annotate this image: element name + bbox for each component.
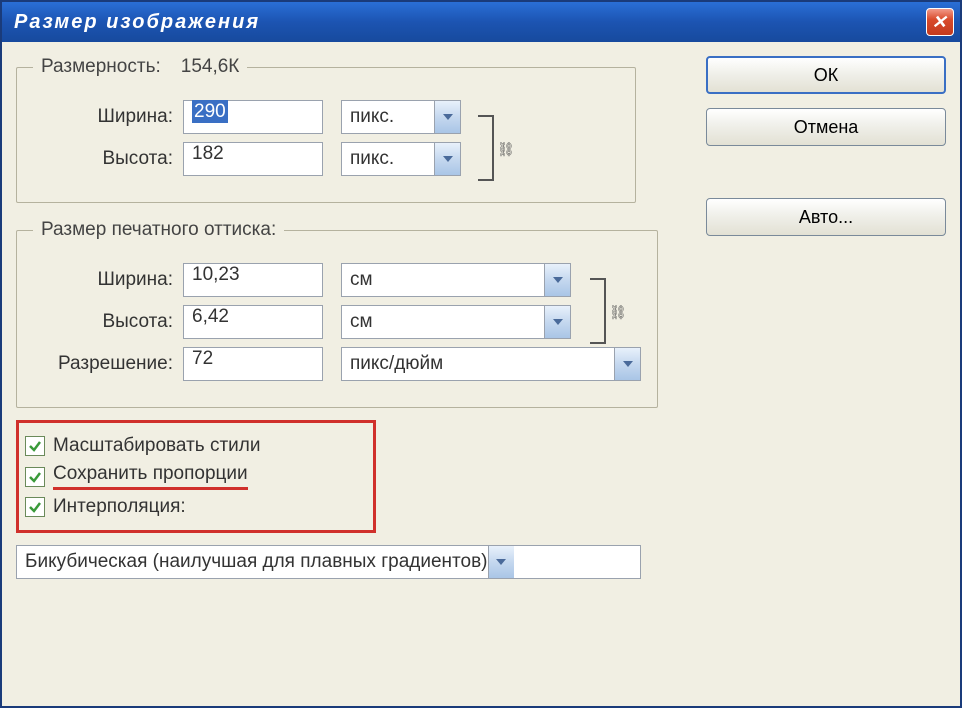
resolution-row: Разрешение: 72 пикс/дюйм (33, 347, 641, 381)
scale-styles-row: Масштабировать стили (25, 435, 363, 457)
doc-height-value: 6,42 (192, 306, 229, 327)
doc-height-unit-dropdown[interactable]: см (341, 305, 571, 339)
chevron-down-icon (434, 143, 460, 175)
titlebar: Размер изображения ✕ (2, 2, 960, 42)
scale-styles-label: Масштабировать стили (53, 435, 260, 457)
doc-height-input[interactable]: 6,42 (183, 305, 323, 339)
pixel-dimensions-group: Размерность: 154,6К Ширина: 290 пикс. (16, 56, 636, 203)
resample-row: Интерполяция: (25, 496, 363, 518)
constrain-proportions-row: Сохранить пропорции (25, 463, 363, 490)
doc-width-label: Ширина: (33, 269, 183, 291)
width-unit-value: пикс. (350, 106, 434, 128)
doc-width-input[interactable]: 10,23 (183, 263, 323, 297)
chevron-down-icon (488, 546, 514, 578)
width-unit-dropdown[interactable]: пикс. (341, 100, 461, 134)
document-size-group: Размер печатного оттиска: Ширина: 10,23 … (16, 219, 658, 408)
pixel-dimensions-legend: Размерность: 154,6К (33, 56, 247, 78)
cancel-button[interactable]: Отмена (706, 108, 946, 146)
scale-styles-checkbox[interactable] (25, 436, 45, 456)
resolution-unit-dropdown[interactable]: пикс/дюйм (341, 347, 641, 381)
resolution-unit-value: пикс/дюйм (350, 353, 614, 375)
height-label: Высота: (33, 148, 183, 170)
resolution-value: 72 (192, 348, 213, 369)
pixel-dimensions-value: 154,6К (181, 56, 240, 78)
height-input[interactable]: 182 (183, 142, 323, 176)
ok-button[interactable]: ОК (706, 56, 946, 94)
chevron-down-icon (614, 348, 640, 380)
client-area: Размерность: 154,6К Ширина: 290 пикс. (2, 42, 960, 706)
chevron-down-icon (544, 306, 570, 338)
width-input[interactable]: 290 (183, 100, 323, 134)
height-row: Высота: 182 пикс. (33, 142, 619, 176)
doc-width-unit-value: см (350, 269, 544, 291)
constrain-proportions-checkbox[interactable] (25, 467, 45, 487)
height-unit-dropdown[interactable]: пикс. (341, 142, 461, 176)
document-size-legend: Размер печатного оттиска: (33, 219, 284, 241)
width-value: 290 (192, 100, 228, 123)
options-block: Масштабировать стили Сохранить пропорции… (16, 420, 376, 533)
close-button[interactable]: ✕ (926, 8, 954, 36)
chevron-down-icon (544, 264, 570, 296)
right-column: ОК Отмена Авто... (686, 56, 946, 692)
doc-height-row: Высота: 6,42 см (33, 305, 641, 339)
close-icon: ✕ (931, 12, 948, 33)
dialog-window: Размер изображения ✕ Размерность: 154,6К… (0, 0, 962, 708)
resolution-input[interactable]: 72 (183, 347, 323, 381)
window-title: Размер изображения (14, 11, 260, 34)
doc-height-unit-value: см (350, 311, 544, 333)
auto-button[interactable]: Авто... (706, 198, 946, 236)
left-column: Размерность: 154,6К Ширина: 290 пикс. (16, 56, 686, 692)
doc-width-unit-dropdown[interactable]: см (341, 263, 571, 297)
interpolation-dropdown[interactable]: Бикубическая (наилучшая для плавных град… (16, 545, 641, 579)
doc-width-row: Ширина: 10,23 см (33, 263, 641, 297)
interpolation-value: Бикубическая (наилучшая для плавных град… (25, 551, 488, 573)
doc-width-value: 10,23 (192, 264, 240, 285)
doc-height-label: Высота: (33, 311, 183, 333)
width-row: Ширина: 290 пикс. (33, 100, 619, 134)
height-unit-value: пикс. (350, 148, 434, 170)
resample-checkbox[interactable] (25, 497, 45, 517)
chevron-down-icon (434, 101, 460, 133)
width-label: Ширина: (33, 106, 183, 128)
resolution-label: Разрешение: (33, 353, 183, 375)
pixel-dimensions-label: Размерность: (41, 56, 161, 78)
height-value: 182 (192, 143, 224, 164)
constrain-proportions-label: Сохранить пропорции (53, 463, 248, 490)
resample-label: Интерполяция: (53, 496, 186, 518)
